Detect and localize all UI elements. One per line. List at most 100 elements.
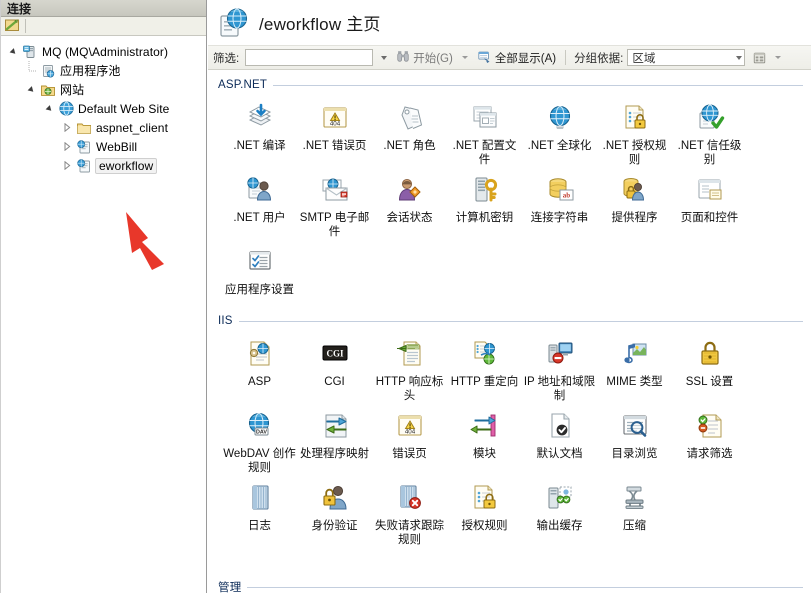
go-button[interactable]: 开始(G)	[395, 49, 454, 66]
app-pools-icon	[39, 62, 57, 80]
feature-label: 页面和控件	[680, 212, 739, 224]
expander-open-icon[interactable]	[24, 80, 39, 99]
tree-node-aspnet-client[interactable]: aspnet_client	[0, 118, 206, 137]
net-globalization-icon	[543, 101, 577, 135]
expander-open-icon[interactable]	[6, 42, 21, 61]
modules-icon	[468, 409, 502, 443]
connections-title: 连接	[7, 1, 32, 16]
authorization-rules-icon	[468, 481, 502, 515]
application-icon	[75, 157, 93, 175]
feature-label: 压缩	[623, 520, 646, 532]
group-by-value: 区域	[632, 52, 656, 65]
feature-net-error-pages[interactable]: 404 .NET 错误页	[297, 95, 372, 167]
feature-asp[interactable]: ASP	[222, 331, 297, 403]
feature-net-trust-levels[interactable]: .NET 信任级别	[672, 95, 747, 167]
tree-node-server[interactable]: MQ (MQ\Administrator)	[0, 42, 206, 61]
feature-logging[interactable]: 日志	[222, 475, 297, 547]
connect-to-server-icon[interactable]	[4, 17, 20, 36]
feature-authorization-rules[interactable]: 授权规则	[447, 475, 522, 547]
feature-default-document[interactable]: 默认文档	[522, 403, 597, 475]
feature-compression[interactable]: 压缩	[597, 475, 672, 547]
chevron-down-icon[interactable]	[381, 55, 388, 60]
feature-failed-request-tracing-rules[interactable]: 失败请求跟踪规则	[372, 475, 447, 547]
feature-error-pages[interactable]: 404 错误页	[372, 403, 447, 475]
chevron-down-icon	[736, 55, 743, 60]
group-title: IIS	[218, 315, 233, 327]
feature-application-settings[interactable]: 应用程序设置	[222, 239, 297, 307]
web-application-icon	[218, 6, 252, 40]
feature-net-authorization-rules[interactable]: .NET 授权规则	[597, 95, 672, 167]
web-site-icon	[57, 100, 75, 118]
feature-modules[interactable]: 模块	[447, 403, 522, 475]
tree-node-webbill[interactable]: WebBill	[0, 137, 206, 156]
output-caching-icon	[543, 481, 577, 515]
feature-ssl-settings[interactable]: SSL 设置	[672, 331, 747, 403]
feature-icon-list: ASP.NET .NET 编译 404 .NET 错误页 .NET 角色 .NE…	[208, 70, 811, 593]
group-by-select[interactable]: 区域	[627, 49, 746, 66]
net-profile-icon	[468, 101, 502, 135]
feature-session-state[interactable]: 会话状态	[372, 167, 447, 239]
feature-ip-address-domain-restrictions[interactable]: IP 地址和域限制	[522, 331, 597, 403]
default-document-icon	[543, 409, 577, 443]
feature-net-profile[interactable]: .NET 配置文件	[447, 95, 522, 167]
expander-open-icon[interactable]	[42, 99, 57, 118]
toolbar-separator	[565, 50, 567, 65]
error-pages-icon: 404	[393, 409, 427, 443]
request-filtering-icon	[693, 409, 727, 443]
expander-closed-icon[interactable]	[60, 118, 75, 137]
feature-providers[interactable]: 提供程序	[597, 167, 672, 239]
tree-node-sites[interactable]: 网站	[0, 80, 206, 99]
group-title: 管理	[218, 582, 242, 593]
feature-mime-types[interactable]: MIME 类型	[597, 331, 672, 403]
go-button-label: 开始(G)	[413, 52, 453, 65]
expander-closed-icon[interactable]	[60, 156, 75, 175]
tree-node-label: 应用程序池	[60, 64, 121, 78]
feature-directory-browsing[interactable]: 目录浏览	[597, 403, 672, 475]
tree-node-label: MQ (MQ\Administrator)	[42, 44, 169, 59]
group-header: 管理	[218, 579, 803, 593]
feature-request-filtering[interactable]: 请求筛选	[672, 403, 747, 475]
feature-label: 提供程序	[611, 212, 658, 224]
feature-label: 身份验证	[311, 520, 358, 532]
logging-icon	[243, 481, 277, 515]
filter-input[interactable]	[245, 49, 374, 66]
feature-http-redirect[interactable]: HTTP 重定向	[447, 331, 522, 403]
expander-closed-icon[interactable]	[60, 137, 75, 156]
feature-net-globalization[interactable]: .NET 全球化	[522, 95, 597, 167]
tree-node-default-web-site[interactable]: Default Web Site	[0, 99, 206, 118]
view-mode-icon[interactable]	[752, 51, 767, 65]
group-by-label: 分组依据:	[574, 52, 624, 65]
feature-net-roles[interactable]: .NET 角色	[372, 95, 447, 167]
feature-http-response-headers[interactable]: HTTP 响应标头	[372, 331, 447, 403]
tree-node-label-selected: eworkflow	[95, 157, 158, 174]
group-title: ASP.NET	[218, 79, 268, 91]
red-arrow-pointer	[118, 208, 198, 281]
svg-text:CGI: CGI	[326, 348, 344, 358]
feature-machine-key[interactable]: 计算机密钥	[447, 167, 522, 239]
binoculars-icon	[396, 49, 410, 66]
feature-net-compilation[interactable]: .NET 编译	[222, 95, 297, 167]
feature-pages-and-controls[interactable]: 页面和控件	[672, 167, 747, 239]
tree-node-app-pools[interactable]: 应用程序池	[0, 61, 206, 80]
feature-webdav-authoring-rules[interactable]: DAV WebDAV 创作规则	[222, 403, 297, 475]
feature-smtp-email[interactable]: SMTP 电子邮件	[297, 167, 372, 239]
feature-label: 错误页	[392, 448, 427, 460]
go-dropdown-chevron-icon[interactable]	[461, 56, 468, 59]
connections-tree[interactable]: MQ (MQ\Administrator) 应用程序池 网站 Default W…	[0, 36, 206, 593]
page-header: /eworkflow 主页	[208, 0, 811, 46]
view-dropdown-chevron-icon[interactable]	[775, 56, 782, 59]
feature-output-caching[interactable]: 输出缓存	[522, 475, 597, 547]
feature-authentication[interactable]: 身份验证	[297, 475, 372, 547]
feature-label: WebDAV 创作规则	[223, 448, 296, 474]
net-roles-icon	[393, 101, 427, 135]
feature-handler-mappings[interactable]: 处理程序映射	[297, 403, 372, 475]
directory-browsing-icon	[618, 409, 652, 443]
feature-label: ASP	[247, 376, 271, 388]
feature-net-users[interactable]: .NET 用户	[222, 167, 297, 239]
connection-strings-icon: ab	[543, 173, 577, 207]
feature-connection-strings[interactable]: ab 连接字符串	[522, 167, 597, 239]
show-all-button[interactable]: 全部显示(A)	[476, 49, 557, 66]
tree-node-eworkflow[interactable]: eworkflow	[0, 156, 206, 175]
feature-cgi[interactable]: CGI CGI	[297, 331, 372, 403]
sites-folder-icon	[39, 81, 57, 99]
